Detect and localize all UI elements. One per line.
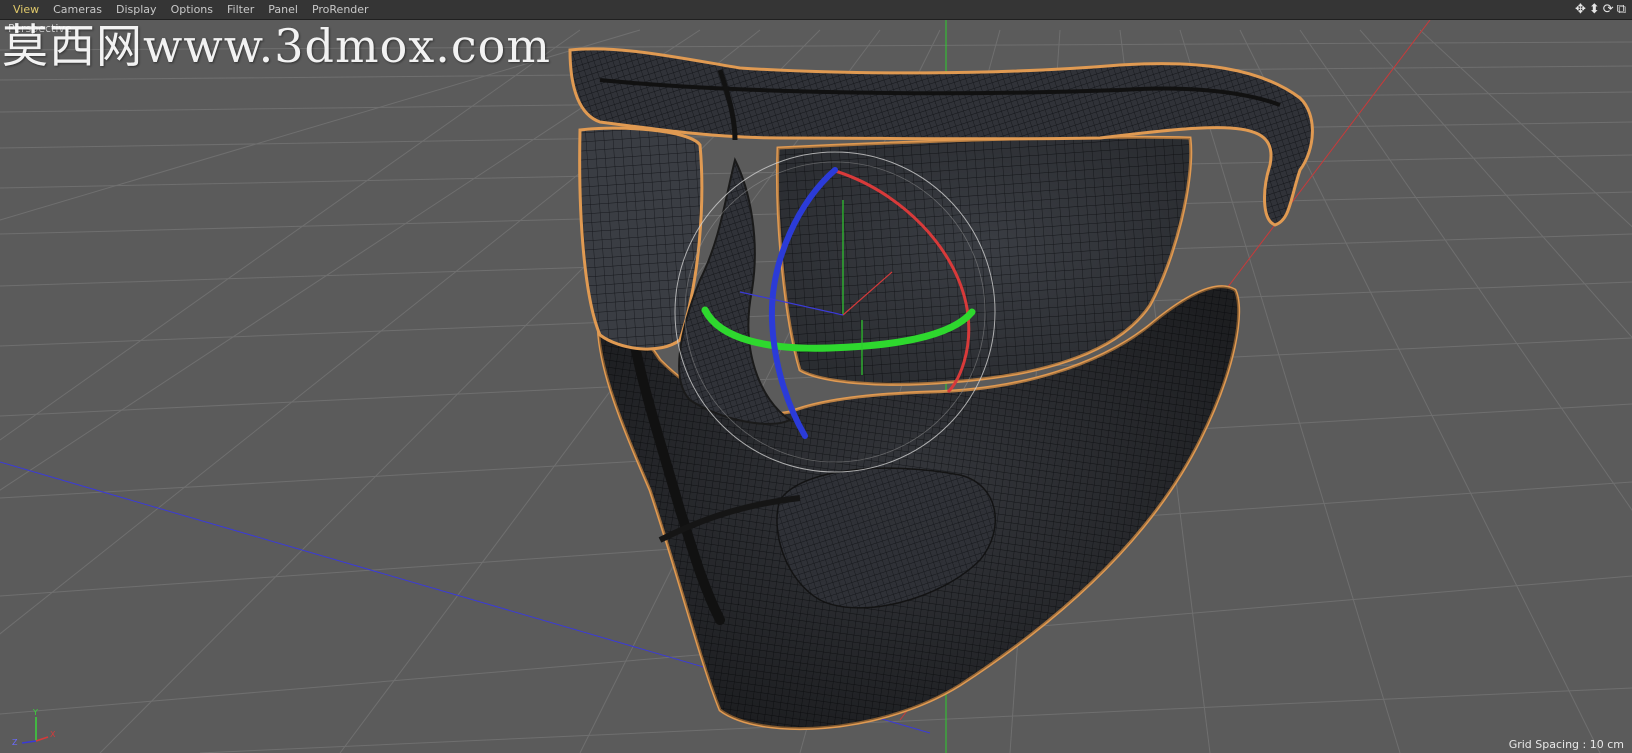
gizmo-axis-x	[35, 736, 49, 742]
viewport-nav-icons: ✥ ⬍ ⟳ ⧉	[1575, 0, 1626, 19]
viewport-scene[interactable]	[0, 20, 1632, 753]
left-lens[interactable]	[578, 126, 704, 351]
grid-spacing-status: Grid Spacing : 10 cm	[1508, 738, 1624, 751]
move-view-icon[interactable]: ✥	[1575, 0, 1586, 19]
gizmo-label-z: Z	[12, 738, 18, 747]
rotate-view-icon[interactable]: ⟳	[1603, 0, 1614, 19]
cinema4d-viewport-app: View Cameras Display Options Filter Pane…	[0, 0, 1632, 753]
gizmo-label-x: X	[50, 730, 56, 739]
watermark-text: 莫西网www.3dmox.com	[2, 19, 551, 73]
dolly-view-icon[interactable]: ⬍	[1589, 0, 1600, 19]
gizmo-label-y: Y	[32, 708, 38, 717]
maximize-view-icon[interactable]: ⧉	[1617, 0, 1626, 19]
gizmo-axis-z	[21, 740, 37, 744]
orientation-gizmo: Y X Z	[12, 708, 56, 747]
